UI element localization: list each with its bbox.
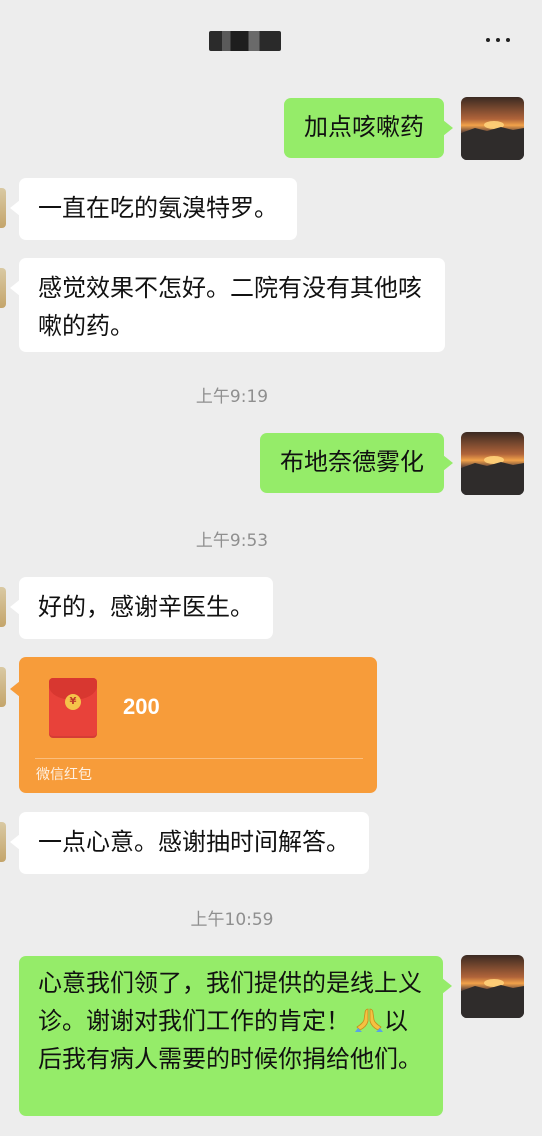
message-text: 一点心意。感谢抽时间解答。 — [38, 828, 350, 856]
my-avatar[interactable] — [461, 432, 524, 495]
message-text: 好的，感谢辛医生。 — [38, 593, 254, 621]
sunset-avatar-image — [461, 97, 524, 160]
message-bubble-outgoing[interactable]: 加点咳嗽药 — [284, 98, 453, 158]
contact-avatar-edge[interactable] — [0, 587, 6, 627]
red-packet-card[interactable]: ¥ 200 微信红包 — [10, 657, 377, 793]
contact-avatar-edge[interactable] — [0, 822, 6, 862]
dot — [496, 38, 500, 42]
message-text: 一直在吃的氨溴特罗。 — [38, 194, 278, 222]
message-text: 感觉效果不怎好。二院有没有其他咳嗽的药。 — [38, 274, 422, 340]
red-envelope-icon: ¥ — [49, 678, 97, 738]
red-packet-label: 微信红包 — [36, 767, 92, 783]
timestamp: 上午9:53 — [195, 531, 269, 551]
message-bubble-outgoing[interactable]: 心意我们领了，我们提供的是线上义诊。谢谢对我们工作的肯定！ 以后我有病人需要的时… — [19, 956, 452, 1116]
sunset-avatar-image — [461, 432, 524, 495]
dot — [506, 38, 510, 42]
folded-hands-emoji — [355, 1008, 383, 1032]
contact-avatar-edge[interactable] — [0, 667, 6, 707]
sunset-avatar-image — [461, 955, 524, 1018]
divider — [35, 758, 363, 759]
message-bubble-incoming[interactable]: 一直在吃的氨溴特罗。 — [10, 178, 297, 240]
message-bubble-incoming[interactable]: 一点心意。感谢抽时间解答。 — [10, 812, 369, 874]
timestamp: 上午9:19 — [195, 387, 269, 407]
message-bubble-outgoing[interactable]: 布地奈德雾化 — [260, 433, 453, 493]
chat-title-redacted — [209, 31, 281, 51]
message-bubble-incoming[interactable]: 好的，感谢辛医生。 — [10, 577, 273, 639]
yuan-coin-icon: ¥ — [65, 694, 81, 710]
message-text: 布地奈德雾化 — [280, 448, 424, 476]
contact-avatar-edge[interactable] — [0, 268, 6, 308]
contact-avatar-edge[interactable] — [0, 188, 6, 228]
my-avatar[interactable] — [461, 955, 524, 1018]
red-packet-amount: 200 — [123, 694, 160, 719]
my-avatar[interactable] — [461, 97, 524, 160]
more-options-icon[interactable] — [478, 30, 518, 50]
message-bubble-incoming[interactable]: 感觉效果不怎好。二院有没有其他咳嗽的药。 — [10, 258, 445, 352]
dot — [486, 38, 490, 42]
chat-header — [0, 0, 542, 80]
timestamp: 上午10:59 — [190, 910, 274, 930]
message-text: 加点咳嗽药 — [304, 113, 424, 141]
